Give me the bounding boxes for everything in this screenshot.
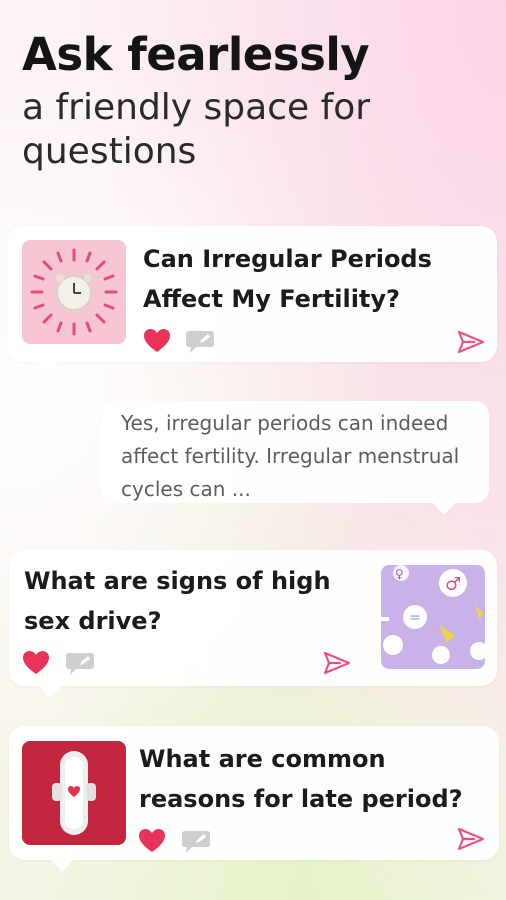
svg-text:♂: ♂ (445, 574, 461, 595)
heart-icon[interactable] (143, 328, 171, 354)
subtitle-line-2: questions (22, 131, 197, 172)
header: Ask fearlessly a friendly space for ques… (22, 26, 496, 174)
comment-icon[interactable] (184, 329, 216, 355)
send-icon[interactable] (456, 826, 486, 852)
card-tail (37, 362, 59, 374)
question-text[interactable]: What are common reasons for late period? (139, 739, 463, 819)
heart-icon[interactable] (22, 650, 50, 676)
send-icon[interactable] (322, 650, 352, 676)
svg-text:=: = (409, 610, 421, 626)
alarm-clock-icon (22, 240, 126, 344)
comment-icon[interactable] (64, 651, 96, 677)
question-card-1[interactable]: Can Irregular Periods Affect My Fertilit… (7, 226, 497, 374)
heart-icon[interactable] (138, 828, 166, 854)
svg-text:♀: ♀ (395, 567, 404, 581)
page-title: Ask fearlessly (22, 28, 370, 81)
sanitary-pad-icon (22, 741, 126, 845)
question-card-2[interactable]: What are signs of high sex drive? ♀ ♂ = (9, 550, 497, 698)
question-card-3[interactable]: What are common reasons for late period? (9, 726, 499, 872)
card-tail (51, 860, 73, 872)
send-icon[interactable] (456, 329, 486, 355)
subtitle-line-1: a friendly space for (22, 87, 371, 128)
gender-symbols-icon: ♀ ♂ = (381, 565, 485, 669)
card-tail (39, 686, 61, 698)
question-text[interactable]: Can Irregular Periods Affect My Fertilit… (143, 239, 432, 319)
answer-text: Yes, irregular periods can indeed affect… (121, 411, 460, 501)
question-text[interactable]: What are signs of high sex drive? (24, 561, 331, 641)
comment-icon[interactable] (180, 829, 212, 855)
page-subtitle: a friendly space for questions (22, 86, 496, 174)
answer-bubble[interactable]: Yes, irregular periods can indeed affect… (101, 401, 489, 515)
answer-tail (433, 503, 455, 515)
